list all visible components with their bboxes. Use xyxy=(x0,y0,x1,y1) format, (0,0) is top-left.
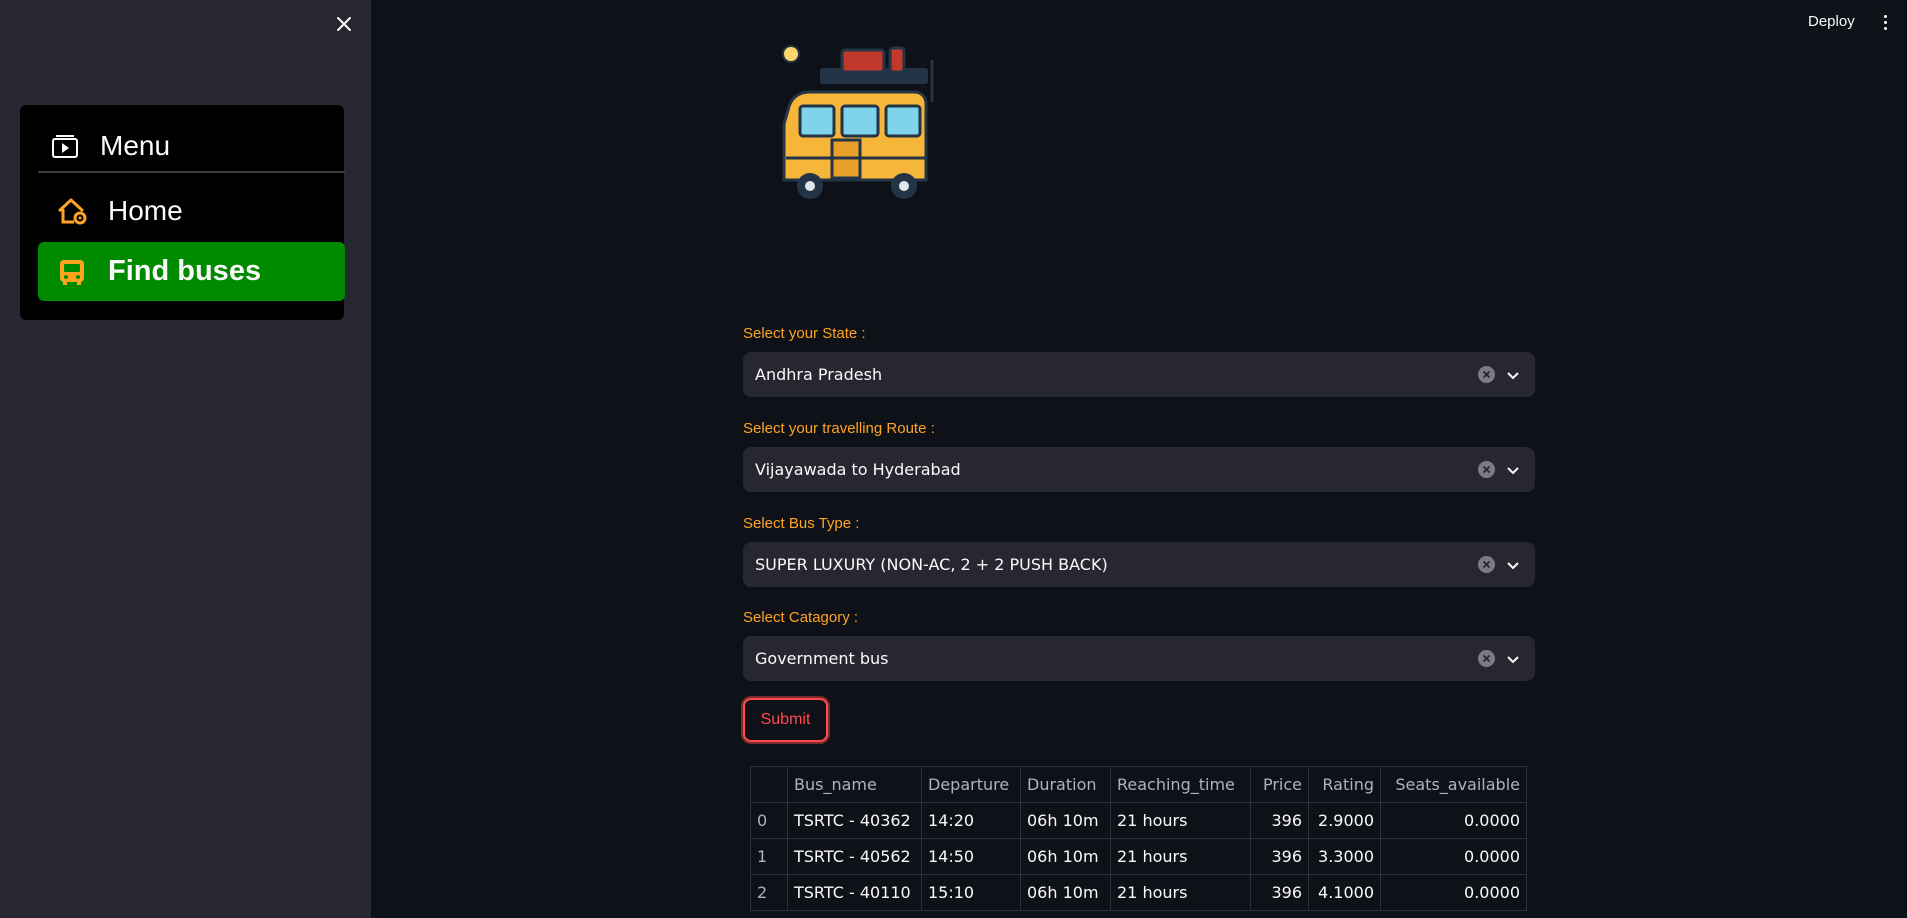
clear-icon[interactable] xyxy=(1478,366,1495,383)
cell-rating: 3.3000 xyxy=(1308,838,1381,875)
main-menu-button[interactable] xyxy=(1877,10,1893,34)
state-value: Andhra Pradesh xyxy=(755,365,883,384)
cell-rating: 4.1000 xyxy=(1308,874,1381,911)
row-index: 1 xyxy=(750,838,788,875)
cell-departure: 14:50 xyxy=(921,838,1021,875)
nav-item-find-buses[interactable]: Find buses xyxy=(38,242,345,301)
table-row[interactable]: 0 TSRTC - 40362 14:20 06h 10m 21 hours 3… xyxy=(750,802,1527,839)
state-select[interactable]: Andhra Pradesh xyxy=(743,352,1535,397)
bus-type-select[interactable]: SUPER LUXURY (NON-AC, 2 + 2 PUSH BACK) xyxy=(743,542,1535,587)
kebab-dot xyxy=(1883,26,1887,30)
route-label: Select your travelling Route : xyxy=(743,420,935,437)
cell-duration: 06h 10m xyxy=(1020,874,1111,911)
route-value: Vijayawada to Hyderabad xyxy=(755,460,961,479)
route-select[interactable]: Vijayawada to Hyderabad xyxy=(743,447,1535,492)
state-label: Select your State : xyxy=(743,325,866,342)
sidebar: Menu Home Find buses xyxy=(0,0,371,918)
bus-illustration xyxy=(782,45,934,199)
column-header-price[interactable]: Price xyxy=(1250,766,1309,803)
close-sidebar-button[interactable] xyxy=(332,12,356,36)
category-label: Select Catagory : xyxy=(743,609,859,626)
menu-header: Menu xyxy=(50,123,326,169)
table-row[interactable]: 2 TSRTC - 40110 15:10 06h 10m 21 hours 3… xyxy=(750,874,1527,911)
column-header-bus-name[interactable]: Bus_name xyxy=(787,766,922,803)
bus-front-icon xyxy=(60,259,84,285)
results-table[interactable]: Bus_name Departure Duration Reaching_tim… xyxy=(750,766,1527,911)
cell-seats-available: 0.0000 xyxy=(1380,802,1527,839)
menu-title: Menu xyxy=(100,130,171,161)
column-header-seats-available[interactable]: Seats_available xyxy=(1380,766,1527,803)
row-index: 2 xyxy=(750,874,788,911)
kebab-dot xyxy=(1883,20,1887,24)
nav-item-home[interactable]: Home xyxy=(38,181,345,240)
option-menu: Menu Home Find buses xyxy=(20,105,345,320)
cell-duration: 06h 10m xyxy=(1020,838,1111,875)
table-row[interactable]: 1 TSRTC - 40562 14:50 06h 10m 21 hours 3… xyxy=(750,838,1527,875)
row-index: 0 xyxy=(750,802,788,839)
clear-icon[interactable] xyxy=(1478,650,1495,667)
chevron-down-icon xyxy=(1507,561,1519,569)
video-play-icon xyxy=(52,135,78,158)
column-header-index[interactable] xyxy=(750,766,788,803)
chevron-down-icon xyxy=(1507,655,1519,663)
bus-type-value: SUPER LUXURY (NON-AC, 2 + 2 PUSH BACK) xyxy=(755,555,1108,574)
cell-departure: 14:20 xyxy=(921,802,1021,839)
deploy-button[interactable]: Deploy xyxy=(1808,8,1855,34)
submit-button[interactable]: Submit xyxy=(743,698,828,742)
cell-duration: 06h 10m xyxy=(1020,802,1111,839)
cell-price: 396 xyxy=(1250,802,1309,839)
clear-icon[interactable] xyxy=(1478,556,1495,573)
category-select[interactable]: Government bus xyxy=(743,636,1535,681)
cell-departure: 15:10 xyxy=(921,874,1021,911)
cell-reaching-time: 21 hours xyxy=(1110,802,1251,839)
nav-item-label: Find buses xyxy=(108,255,262,287)
cell-reaching-time: 21 hours xyxy=(1110,874,1251,911)
table-header-row: Bus_name Departure Duration Reaching_tim… xyxy=(750,766,1527,803)
cell-bus-name: TSRTC - 40110 xyxy=(787,874,922,911)
house-gear-icon xyxy=(57,198,87,224)
cell-price: 396 xyxy=(1250,874,1309,911)
cell-rating: 2.9000 xyxy=(1308,802,1381,839)
cell-bus-name: TSRTC - 40362 xyxy=(787,802,922,839)
column-header-rating[interactable]: Rating xyxy=(1308,766,1381,803)
cell-price: 396 xyxy=(1250,838,1309,875)
column-header-reaching-time[interactable]: Reaching_time xyxy=(1110,766,1251,803)
cell-reaching-time: 21 hours xyxy=(1110,838,1251,875)
kebab-dot xyxy=(1883,14,1887,18)
menu-divider xyxy=(38,171,345,173)
clear-icon[interactable] xyxy=(1478,461,1495,478)
cell-seats-available: 0.0000 xyxy=(1380,874,1527,911)
chevron-down-icon xyxy=(1507,371,1519,379)
chevron-down-icon xyxy=(1507,466,1519,474)
bus-type-label: Select Bus Type : xyxy=(743,515,860,532)
column-header-duration[interactable]: Duration xyxy=(1020,766,1111,803)
category-value: Government bus xyxy=(755,649,889,668)
nav-item-label: Home xyxy=(108,194,183,226)
column-header-departure[interactable]: Departure xyxy=(921,766,1021,803)
close-icon xyxy=(337,17,351,31)
cell-bus-name: TSRTC - 40562 xyxy=(787,838,922,875)
cell-seats-available: 0.0000 xyxy=(1380,838,1527,875)
